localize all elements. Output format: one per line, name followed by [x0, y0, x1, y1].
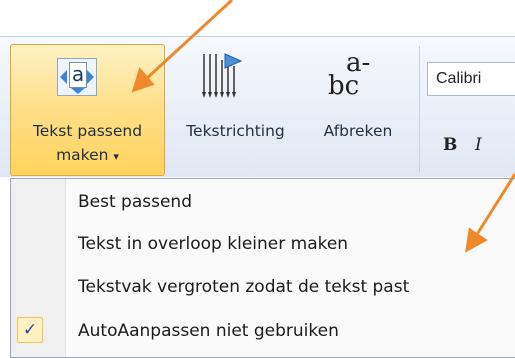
fit-text-label-2: maken: [56, 146, 109, 164]
fit-text-letter: a: [69, 62, 87, 88]
hyphenation-icon-bottom: bc: [328, 71, 360, 101]
text-direction-icon[interactable]: [201, 52, 265, 102]
arrow-down-icon: [71, 88, 85, 94]
italic-button[interactable]: I: [475, 135, 482, 155]
menu-item-best-fit[interactable]: Best passend: [78, 192, 192, 212]
hyphenation-icon[interactable]: a- bc: [328, 50, 388, 102]
bold-button[interactable]: B: [443, 135, 457, 155]
arrow-left-icon: [60, 70, 67, 84]
chevron-down-icon: ▾: [113, 150, 119, 163]
text-direction-button[interactable]: Tekstrichting: [168, 122, 303, 140]
arrow-right-icon: [87, 70, 94, 84]
check-icon: ✓: [17, 317, 43, 343]
fit-text-label: Tekst passend: [32, 122, 143, 140]
fit-text-label-line2: maken ▾: [10, 146, 165, 164]
fit-text-icon: a: [57, 58, 97, 96]
font-name-combo[interactable]: Calibri: [427, 62, 515, 96]
group-separator: [419, 46, 420, 172]
hyphenation-button[interactable]: Afbreken: [309, 122, 407, 140]
menu-item-shrink-on-overflow[interactable]: Tekst in overloop kleiner maken: [78, 234, 348, 254]
menu-item-do-not-autofit[interactable]: AutoAanpassen niet gebruiken: [78, 321, 339, 341]
menu-item-grow-textbox[interactable]: Tekstvak vergroten zodat de tekst past: [78, 277, 409, 297]
